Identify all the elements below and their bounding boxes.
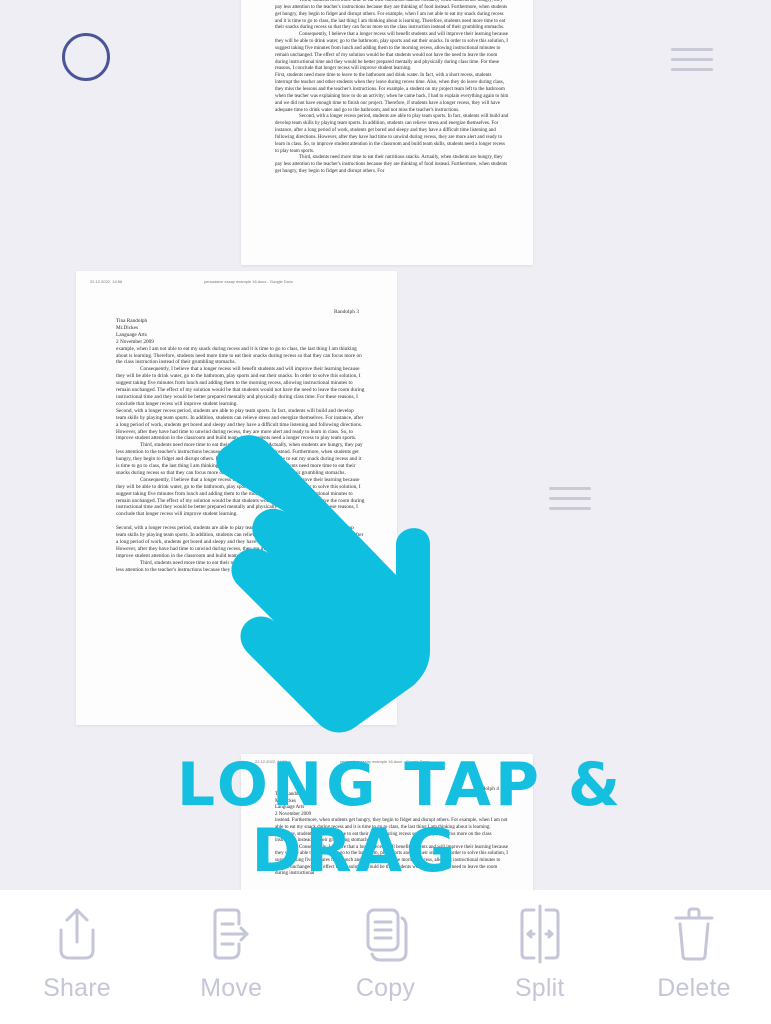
print-timestamp: 22.12.2022, 14:56 [255, 759, 288, 764]
heading-line: Tina Randolph [116, 318, 148, 324]
heading-line: Mr.Dickes [116, 324, 139, 331]
page-thumbnail-2[interactable]: Third, students need more time to eat th… [241, 0, 533, 265]
heading-line: 2 November 2009 [116, 338, 154, 345]
essay-paragraph: Third, students need more time to eat th… [116, 442, 363, 476]
essay-paragraph: Third, students need more time to eat th… [116, 559, 363, 573]
delete-button[interactable]: Delete [629, 890, 759, 1024]
share-label: Share [43, 974, 111, 1002]
print-doc-title: persuasive essay example 16.docx - Googl… [340, 759, 429, 764]
heading-line: Tina Randolph [275, 792, 305, 797]
share-icon [59, 908, 95, 960]
move-icon [213, 908, 249, 960]
essay-paragraph: Consequently, I believe that a longer re… [275, 32, 509, 72]
page-body: Third, students need more time to eat th… [275, 0, 509, 176]
page-select-radio[interactable] [62, 33, 110, 81]
print-doc-title: persuasive essay example 16.docx - Googl… [204, 279, 293, 284]
heading-line: Language Arts [116, 331, 147, 338]
trash-icon [674, 907, 714, 961]
essay-paragraph: Consequently, I believe that a longer re… [116, 476, 365, 518]
share-button[interactable]: Share [12, 890, 142, 1024]
page-body: Tina Randolph Mr.Dickes Language Arts 2 Nov… [116, 318, 365, 574]
drag-handle-icon[interactable] [549, 487, 591, 513]
essay-paragraph: First, students need more time to leave … [275, 73, 509, 113]
page-body: Tina Randolph Mr.Dickes Language Arts 2 Nov… [275, 792, 509, 878]
copy-button[interactable]: Copy [321, 890, 451, 1024]
heading-line: Mr.Dickes [275, 798, 296, 804]
page-thumbnail-3-dragging[interactable]: 22.12.2022, 14:56 persuasive essay examp… [76, 271, 397, 725]
split-label: Split [514, 974, 565, 1002]
essay-paragraph: Consequently, I believe that a longer re… [275, 844, 509, 877]
heading-block: Tina Randolph Mr.Dickes Language Arts 2 Nov… [275, 792, 509, 818]
split-icon [520, 904, 560, 964]
essay-paragraph: Third, students need more time to eat th… [275, 0, 508, 31]
essay-paragraph: Third, students need more time to eat th… [275, 155, 508, 175]
essay-paragraph: example, when I am not able to eat my sn… [116, 345, 362, 366]
heading-block: Tina Randolph Mr.Dickes Language Arts 2 Nov… [116, 318, 365, 346]
page-thumbnail-4[interactable]: 22.12.2022, 14:56 persuasive essay examp… [241, 754, 533, 894]
copy-icon [366, 908, 407, 962]
essay-paragraph: Second, with a longer recess period, stu… [275, 114, 509, 154]
copy-label: Copy [355, 974, 416, 1002]
essay-paragraph: Consequently, I believe that a longer re… [116, 366, 365, 407]
drag-handle-icon[interactable] [671, 48, 713, 74]
print-header: 22.12.2022, 14:56 persuasive essay examp… [255, 759, 519, 764]
print-header: 22.12.2022, 14:56 persuasive essay examp… [90, 279, 383, 284]
essay-paragraph: Second, with a longer recess period, stu… [116, 525, 364, 559]
split-button[interactable]: Split [475, 890, 605, 1024]
print-timestamp: 22.12.2022, 14:56 [90, 279, 123, 284]
bottom-toolbar: Share Move Copy Split Delete [0, 890, 771, 1024]
move-button[interactable]: Move [166, 890, 296, 1024]
essay-paragraph: Second, with a longer recess period, stu… [116, 407, 364, 442]
move-label: Move [200, 974, 263, 1002]
delete-label: Delete [657, 974, 731, 1002]
running-head: Randolph 3 [333, 309, 359, 315]
essay-paragraph: instead. Furthermore, when students get … [275, 818, 508, 844]
heading-line: 2 November 2009 [275, 811, 312, 817]
heading-line: Language Arts [275, 805, 305, 811]
